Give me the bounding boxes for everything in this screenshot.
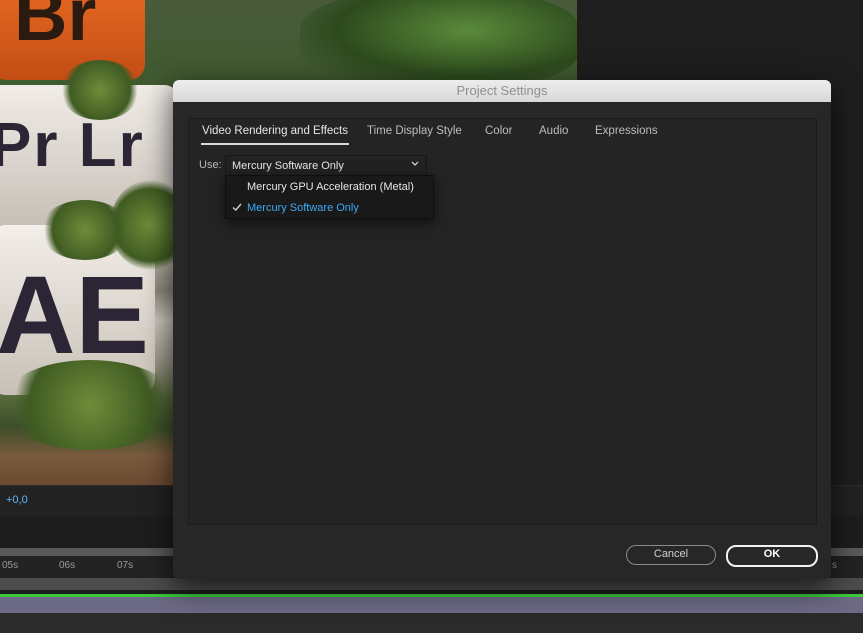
bridge-logo-text: Br xyxy=(14,0,97,56)
premiere-logo-text: Pr Lr xyxy=(0,111,145,180)
tab-video-rendering-and-effects[interactable]: Video Rendering and Effects xyxy=(201,125,349,145)
ok-button[interactable]: OK xyxy=(726,545,818,567)
project-settings-dialog: Project Settings Video Rendering and Eff… xyxy=(173,80,831,579)
renderer-dropdown-menu: Mercury GPU Acceleration (Metal) Mercury… xyxy=(225,175,434,219)
chevron-down-icon xyxy=(411,161,419,166)
menu-item-label: Mercury GPU Acceleration (Metal) xyxy=(247,181,414,193)
cancel-button[interactable]: Cancel xyxy=(626,545,716,565)
timeline-footer xyxy=(0,613,863,633)
exposure-value[interactable]: +0,0 xyxy=(6,494,28,506)
tab-color[interactable]: Color xyxy=(485,125,512,137)
renderer-select[interactable]: Mercury Software Only xyxy=(225,155,427,177)
renderer-select-value: Mercury Software Only xyxy=(232,160,344,172)
menu-item-gpu-acceleration[interactable]: Mercury GPU Acceleration (Metal) xyxy=(226,177,433,197)
layer-bar[interactable] xyxy=(0,597,863,613)
ivy-leaf-background xyxy=(300,0,577,90)
ivy-cluster xyxy=(40,200,130,260)
ruler-tick: 07s xyxy=(117,560,134,571)
checkmark-icon xyxy=(232,203,242,211)
ivy-cluster xyxy=(60,60,140,120)
menu-item-label: Mercury Software Only xyxy=(247,202,359,214)
tab-time-display-style[interactable]: Time Display Style xyxy=(367,125,462,137)
use-label: Use: xyxy=(199,159,222,171)
tab-audio[interactable]: Audio xyxy=(539,125,568,137)
dialog-title: Project Settings xyxy=(173,80,831,102)
ivy-cluster xyxy=(0,360,180,450)
menu-item-software-only[interactable]: Mercury Software Only xyxy=(226,198,433,218)
settings-panel: Video Rendering and Effects Time Display… xyxy=(188,118,817,525)
tab-expressions[interactable]: Expressions xyxy=(595,125,658,137)
ruler-tick: 05s xyxy=(2,560,19,571)
timeline-track[interactable] xyxy=(0,578,863,590)
ruler-tick: s xyxy=(832,560,837,571)
ruler-tick: 06s xyxy=(59,560,76,571)
